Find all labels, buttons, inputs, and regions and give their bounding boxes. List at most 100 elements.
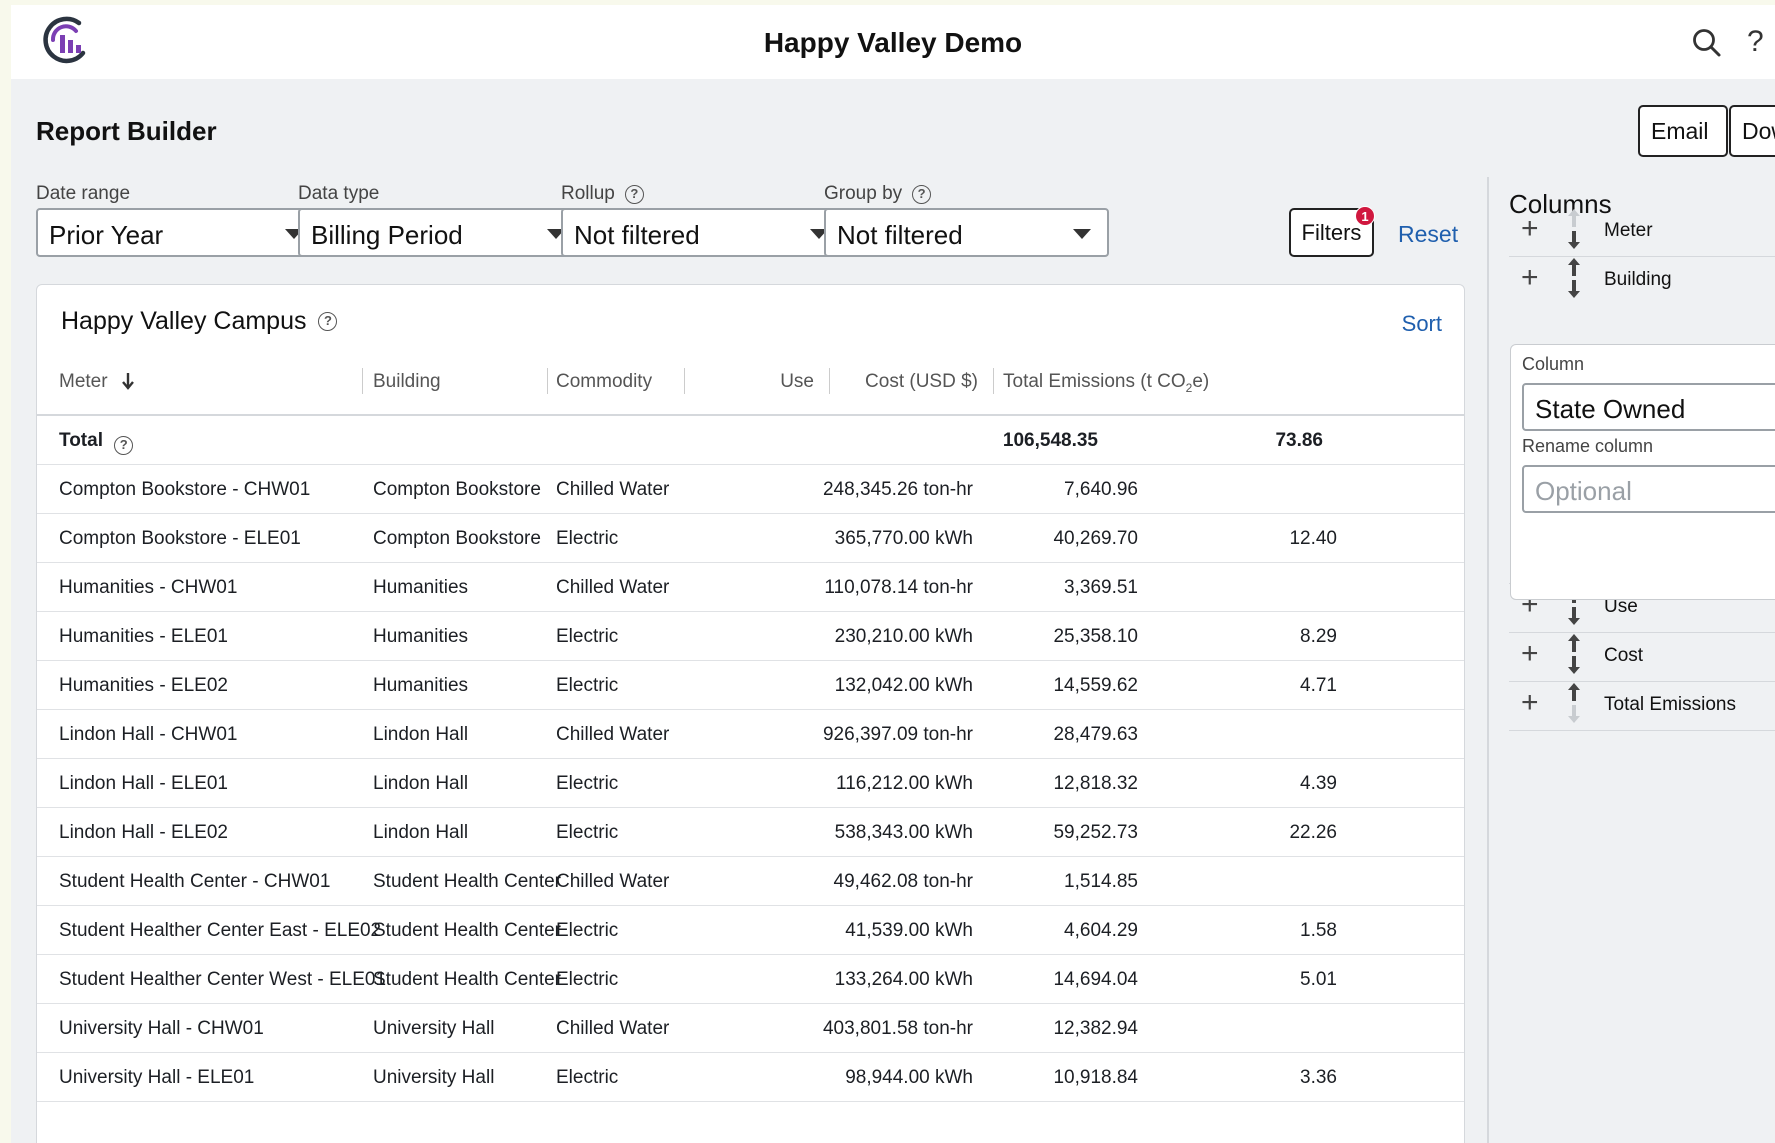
cell-building: University Hall bbox=[373, 1067, 495, 1088]
cell-building: Humanities bbox=[373, 626, 469, 647]
up-down-arrows-icon[interactable] bbox=[1565, 207, 1583, 251]
table-row[interactable]: Student Healther Center East - ELE02 Stud… bbox=[37, 906, 1464, 955]
up-down-arrows-icon[interactable] bbox=[1565, 632, 1583, 676]
search-icon[interactable] bbox=[1691, 27, 1723, 59]
cell-commodity: Electric bbox=[556, 675, 619, 696]
table-row[interactable]: University Hall - CHW01 University Hall Ch… bbox=[37, 1004, 1464, 1053]
cell-emissions: 4.71 bbox=[1300, 675, 1337, 696]
up-down-arrows-icon[interactable] bbox=[1565, 681, 1583, 725]
table-row[interactable]: Humanities - ELE02 Humanities Electric 132,… bbox=[37, 661, 1464, 710]
column-separator[interactable] bbox=[829, 368, 830, 394]
cell-use: 230,210.00 kWh bbox=[834, 626, 973, 647]
question-circle-icon[interactable]: ? bbox=[624, 184, 644, 204]
data-type-select[interactable]: Billing Period bbox=[298, 208, 583, 257]
cell-building: Compton Bookstore bbox=[373, 528, 541, 549]
cell-cost: 28,479.63 bbox=[1053, 724, 1138, 745]
cell-use: 110,078.14 ton-hr bbox=[824, 577, 973, 598]
arrow-down-icon bbox=[121, 373, 134, 390]
filters-button[interactable]: Filters 1 bbox=[1289, 206, 1375, 257]
column-header-meter[interactable]: Meter bbox=[59, 371, 135, 393]
table-row[interactable]: Humanities - ELE01 Humanities Electric 230,… bbox=[37, 612, 1464, 661]
cell-meter: Compton Bookstore - CHW01 bbox=[59, 479, 311, 500]
column-separator[interactable] bbox=[362, 368, 363, 394]
cell-cost: 12,382.94 bbox=[1053, 1018, 1138, 1039]
table-row[interactable]: Humanities - CHW01 Humanities Chilled Wate… bbox=[37, 563, 1464, 612]
group-by-select[interactable]: Not filtered bbox=[824, 208, 1109, 257]
column-item-label: Meter bbox=[1604, 220, 1653, 241]
question-circle-icon[interactable]: ? bbox=[114, 436, 134, 455]
cell-commodity: Chilled Water bbox=[556, 724, 670, 745]
cell-cost: 1,514.85 bbox=[1064, 871, 1138, 892]
cell-meter: Humanities - ELE02 bbox=[59, 675, 228, 696]
rollup-select[interactable]: Not filtered bbox=[561, 208, 846, 257]
cell-commodity: Chilled Water bbox=[556, 1018, 670, 1039]
report-title-text: Happy Valley Campus bbox=[61, 307, 307, 335]
column-item-building[interactable]: + Building bbox=[1509, 252, 1775, 306]
page-title: Report Builder bbox=[36, 116, 217, 146]
table-row[interactable]: Lindon Hall - ELE02 Lindon Hall Electric 53… bbox=[37, 808, 1464, 857]
date-range-select[interactable]: Prior Year bbox=[36, 208, 321, 257]
column-header-building[interactable]: Building bbox=[373, 371, 441, 393]
plus-icon[interactable]: + bbox=[1521, 263, 1539, 293]
column-select-value: State Owned bbox=[1535, 394, 1686, 424]
report-title: Happy Valley Campus ? bbox=[61, 307, 338, 336]
help-icon[interactable]: ? bbox=[1747, 25, 1764, 59]
cell-emissions: 12.40 bbox=[1289, 528, 1337, 549]
table-row[interactable]: Lindon Hall - CHW01 Lindon Hall Chilled Wa… bbox=[37, 710, 1464, 759]
table-row[interactable]: Student Health Center - CHW01 Student Hea… bbox=[37, 857, 1464, 906]
column-separator[interactable] bbox=[547, 368, 548, 394]
table-row[interactable]: Compton Bookstore - ELE01 Compton Booksto… bbox=[37, 514, 1464, 563]
rename-column-input[interactable]: Optional bbox=[1522, 465, 1775, 513]
column-item-label: Total Emissions bbox=[1604, 694, 1736, 715]
question-circle-icon[interactable]: ? bbox=[912, 184, 932, 204]
column-field-label: Column bbox=[1522, 354, 1585, 374]
cell-commodity: Electric bbox=[556, 773, 619, 794]
cell-building: Student Health Center bbox=[373, 871, 562, 892]
cell-commodity: Chilled Water bbox=[556, 871, 670, 892]
sort-link[interactable]: Sort bbox=[1402, 311, 1442, 337]
column-separator[interactable] bbox=[684, 368, 685, 394]
column-item-label: Cost bbox=[1604, 645, 1644, 666]
column-item-meter[interactable]: + Meter bbox=[1509, 203, 1775, 257]
plus-icon[interactable]: + bbox=[1521, 639, 1539, 669]
cell-meter: Student Health Center - CHW01 bbox=[59, 871, 331, 892]
date-range-label: Date range bbox=[36, 183, 130, 205]
cell-use: 926,397.09 ton-hr bbox=[822, 724, 973, 745]
table-row[interactable]: University Hall - ELE01 University Hall El… bbox=[37, 1053, 1464, 1102]
table-row[interactable]: Compton Bookstore - CHW01 Compton Booksto… bbox=[37, 465, 1464, 514]
column-item-cost[interactable]: + Cost bbox=[1509, 628, 1775, 682]
cell-commodity: Chilled Water bbox=[556, 479, 670, 500]
cell-use: 538,343.00 kWh bbox=[834, 822, 973, 843]
cell-commodity: Electric bbox=[556, 969, 619, 990]
filters-label: Filters bbox=[1301, 220, 1362, 245]
column-editor: Column State Owned Rename column Optiona… bbox=[1510, 344, 1775, 600]
total-label: Total ? bbox=[59, 430, 134, 455]
table-row[interactable]: Lindon Hall - ELE01 Lindon Hall Electric 11… bbox=[37, 759, 1464, 808]
up-down-arrows-icon[interactable] bbox=[1565, 256, 1583, 300]
column-header-use[interactable]: Use bbox=[780, 371, 814, 393]
cell-commodity: Electric bbox=[556, 822, 619, 843]
cell-cost: 14,694.04 bbox=[1053, 969, 1138, 990]
plus-icon[interactable]: + bbox=[1521, 214, 1539, 244]
cell-use: 365,770.00 kWh bbox=[834, 528, 973, 549]
plus-icon[interactable]: + bbox=[1521, 688, 1539, 718]
cell-emissions: 8.29 bbox=[1300, 626, 1337, 647]
download-button[interactable]: Dow bbox=[1729, 105, 1775, 157]
group-by-label-text: Group by bbox=[824, 183, 903, 204]
cell-meter: Compton Bookstore - ELE01 bbox=[59, 528, 301, 549]
cell-commodity: Electric bbox=[556, 528, 619, 549]
question-circle-icon[interactable]: ? bbox=[318, 312, 338, 331]
table-row[interactable]: Student Healther Center West - ELE01 Stud… bbox=[37, 955, 1464, 1004]
column-separator[interactable] bbox=[993, 368, 994, 394]
column-header-commodity[interactable]: Commodity bbox=[556, 371, 652, 393]
cell-emissions: 4.39 bbox=[1300, 773, 1337, 794]
column-header-emissions[interactable]: Total Emissions (t CO2e) bbox=[1003, 371, 1209, 395]
cell-use: 133,264.00 kWh bbox=[834, 969, 973, 990]
email-button[interactable]: Email bbox=[1638, 105, 1728, 157]
reset-link[interactable]: Reset bbox=[1398, 221, 1458, 248]
cell-emissions: 3.36 bbox=[1300, 1067, 1337, 1088]
column-header-cost[interactable]: Cost (USD $) bbox=[865, 371, 978, 393]
column-select[interactable]: State Owned bbox=[1522, 383, 1775, 431]
cell-commodity: Electric bbox=[556, 1067, 619, 1088]
column-item-total-emissions[interactable]: + Total Emissions bbox=[1509, 677, 1775, 731]
